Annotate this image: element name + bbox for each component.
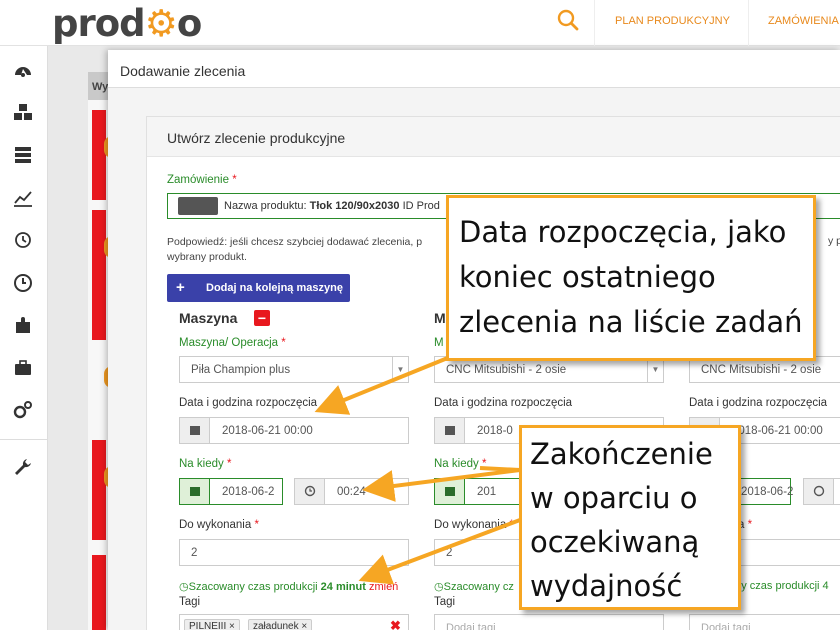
machine-op-label: M xyxy=(434,337,444,349)
server-icon[interactable] xyxy=(12,144,34,166)
clear-tags-icon[interactable]: ✖ xyxy=(390,618,401,630)
change-link[interactable]: zmień xyxy=(366,581,398,593)
product-thumbnail xyxy=(178,197,218,215)
gears-icon[interactable] xyxy=(12,399,34,421)
logo-text: prod xyxy=(52,2,146,45)
deadline-time-input[interactable]: 00:24 xyxy=(294,478,409,505)
callout-end-date: Zakończenie w oparciu o oczekiwaną wydaj… xyxy=(519,425,741,610)
calendar-icon xyxy=(435,418,465,443)
calendar-icon xyxy=(180,418,210,443)
clock-icon: ◷ xyxy=(434,581,444,593)
start-label: Data i godzina rozpoczęcia xyxy=(179,397,318,409)
cubes-icon[interactable] xyxy=(12,102,34,124)
background-list-header: Wy xyxy=(88,72,110,100)
chart-line-icon[interactable] xyxy=(12,187,34,209)
clock-icon xyxy=(804,479,834,504)
plus-icon: + xyxy=(176,279,185,296)
todo-label: Do wykonania * xyxy=(179,519,259,531)
wrench-icon[interactable] xyxy=(12,456,34,478)
panel-title: Utwórz zlecenie produkcyjne xyxy=(167,130,346,146)
sidebar-divider xyxy=(0,439,48,440)
clock-icon[interactable] xyxy=(12,272,34,294)
tags-input[interactable]: Dodaj tagi xyxy=(689,614,840,630)
list-item[interactable] xyxy=(92,440,106,540)
puzzle-icon[interactable] xyxy=(12,314,34,336)
start-date-input[interactable]: 2018-06-21 00:00 xyxy=(179,417,409,444)
callout-start-date: Data rozpoczęcia, jako koniec ostatniego… xyxy=(446,195,816,361)
nav-plan-produkcyjny[interactable]: PLAN PRODUKCYJNY xyxy=(615,15,730,27)
estimated-time: ◷Szacowany cz xyxy=(434,581,514,593)
estimated-time: ◷Szacowany czas produkcji 24 minut zmień xyxy=(179,581,399,593)
nav-separator xyxy=(748,0,749,46)
machine-op-label: Maszyna/ Operacja * xyxy=(179,337,286,349)
list-item[interactable] xyxy=(92,555,106,630)
add-machine-button[interactable]: + Dodaj na kolejną maszynę xyxy=(167,274,350,302)
logo-text-end: o xyxy=(176,2,202,45)
order-label: Zamówienie * xyxy=(167,174,237,186)
nav-zamowienia[interactable]: ZAMÓWIENIA xyxy=(768,15,839,27)
nav-separator xyxy=(594,0,595,46)
chevron-down-icon: ▼ xyxy=(392,357,408,382)
tags-label: Tagi xyxy=(434,596,456,608)
calendar-icon xyxy=(180,479,210,504)
dashboard-icon[interactable] xyxy=(12,60,34,82)
remove-machine-button[interactable]: − xyxy=(254,310,270,326)
calendar-icon xyxy=(435,479,465,504)
logo-gear-icon: ⚙ xyxy=(144,2,178,45)
sidebar xyxy=(0,46,48,630)
deadline-time-input[interactable] xyxy=(803,478,840,505)
briefcase-icon[interactable] xyxy=(12,357,34,379)
tags-input[interactable]: Dodaj tagi xyxy=(434,614,664,630)
modal-title: Dodawanie zlecenia xyxy=(120,63,246,79)
order-value: Nazwa produktu: Tłok 120/90x2030 ID Prod xyxy=(224,200,440,212)
panel-header: Utwórz zlecenie produkcyjne xyxy=(147,117,840,157)
deadline-date-input[interactable]: 2018-06-2 xyxy=(179,478,283,505)
deadline-label: Na kiedy * xyxy=(179,458,232,470)
estimated-time: any czas produkcji 4 xyxy=(729,580,829,592)
tags-label: Tagi xyxy=(179,596,201,608)
logo[interactable]: prod⚙o xyxy=(52,2,202,45)
list-item[interactable] xyxy=(92,110,106,200)
hint-text-right: y pro xyxy=(828,235,840,247)
search-icon[interactable] xyxy=(556,8,580,32)
history-icon[interactable] xyxy=(12,229,34,251)
tags-input[interactable]: PILNEIII × załadunek × ✖ xyxy=(179,614,409,630)
start-label: Data i godzina rozpoczęcia xyxy=(434,397,573,409)
start-label: Data i godzina rozpoczęcia xyxy=(689,397,828,409)
todo-quantity-input[interactable]: 2 xyxy=(179,539,409,566)
tag-chip[interactable]: PILNEIII × xyxy=(184,619,240,630)
deadline-label: Na kiedy * xyxy=(434,458,487,470)
tag-chip[interactable]: załadunek × xyxy=(248,619,313,630)
machine-select[interactable]: Piła Champion plus ▼ xyxy=(179,356,409,383)
machine-column-title: Maszyna xyxy=(179,310,238,326)
list-item[interactable] xyxy=(92,210,106,340)
modal-header: Dodawanie zlecenia xyxy=(108,50,840,88)
todo-label: Do wykonania * xyxy=(434,519,514,531)
clock-icon xyxy=(295,479,325,504)
machine-column-title: M xyxy=(434,310,446,326)
top-bar: prod⚙o PLAN PRODUKCYJNY ZAMÓWIENIA xyxy=(0,0,840,46)
clock-icon: ◷ xyxy=(179,581,189,593)
